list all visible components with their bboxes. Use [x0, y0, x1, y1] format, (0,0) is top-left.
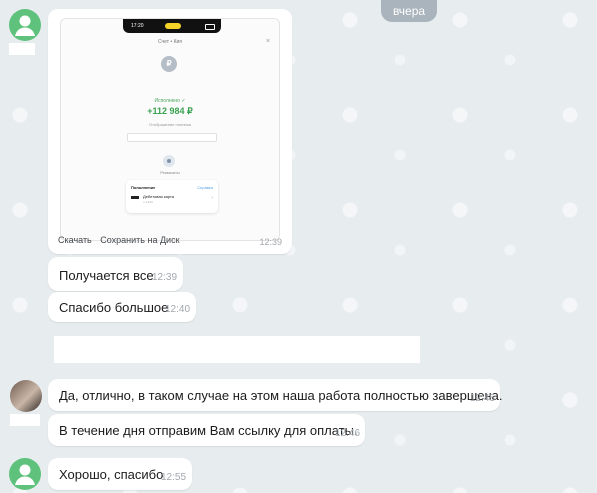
message-text: Спасибо большое — [59, 300, 169, 315]
message-bubble[interactable]: В течение дня отправим Вам ссылку для оп… — [48, 414, 365, 446]
payment-field — [127, 133, 217, 142]
sender-name-hidden — [9, 43, 35, 55]
person-icon — [15, 15, 35, 36]
status-time: 17:20 — [131, 23, 144, 29]
image-message[interactable]: 17:20 Счет • Кия × ₽ Исполнено ✓ +112 98… — [48, 9, 292, 254]
message-time: 12:46 — [335, 428, 361, 439]
card-number: •• 1234 — [143, 200, 153, 204]
message-bubble[interactable]: Спасибо большое 12:40 — [48, 292, 196, 322]
ruble-icon: ₽ — [161, 56, 177, 72]
message-time: 12:45 — [470, 393, 496, 404]
screenshot-header: Счет • Кия — [157, 39, 182, 45]
card-title: Пополнение — [131, 185, 156, 190]
details-icon — [163, 155, 175, 167]
user-avatar[interactable] — [9, 458, 41, 490]
message-time: 12:39 — [152, 272, 178, 283]
image-actions: Скачать Сохранить на Диск — [58, 235, 186, 245]
message-text: В течение дня отправим Вам ссылку для оп… — [59, 423, 358, 438]
bank-card-icon — [131, 196, 139, 199]
close-icon: × — [265, 38, 270, 45]
save-to-disk-link[interactable]: Сохранить на Диск — [100, 235, 179, 245]
payment-screenshot[interactable]: 17:20 Счет • Кия × ₽ Исполнено ✓ +112 98… — [60, 18, 280, 241]
message-bubble[interactable]: Хорошо, спасибо 12:55 — [48, 458, 192, 490]
payment-status: Исполнено ✓ — [154, 98, 186, 104]
card-link: Справка — [197, 185, 213, 190]
redacted-block — [54, 336, 420, 363]
sender-name-hidden — [10, 414, 40, 426]
details-label: Реквизиты — [160, 170, 180, 175]
payment-card: Пополнение Справка Дебетовая карта •• 12… — [126, 180, 218, 213]
phone-status-bar: 17:20 — [123, 19, 221, 33]
dynamic-island-indicator — [165, 23, 181, 29]
date-separator: вчера — [381, 0, 437, 22]
battery-icon — [205, 24, 215, 30]
message-text: Получается все — [59, 268, 154, 283]
chevron-right-icon: › — [211, 195, 213, 201]
person-icon — [15, 464, 35, 485]
payment-amount: +112 984 ₽ — [147, 106, 193, 116]
operator-avatar[interactable] — [10, 380, 42, 412]
card-name: Дебетовая карта — [143, 194, 175, 199]
download-link[interactable]: Скачать — [58, 235, 92, 245]
payment-subtitle: Отображение платежа — [148, 122, 192, 127]
user-avatar[interactable] — [9, 9, 41, 41]
message-bubble[interactable]: Да, отлично, в таком случае на этом наша… — [48, 379, 503, 411]
message-text: Хорошо, спасибо — [59, 467, 164, 482]
message-bubble[interactable]: Получается все 12:39 — [48, 257, 183, 291]
message-time: 12:40 — [165, 304, 191, 315]
message-time: 12:39 — [259, 237, 282, 247]
message-time: 12:55 — [161, 472, 187, 483]
message-text: Да, отлично, в таком случае на этом наша… — [59, 388, 503, 403]
